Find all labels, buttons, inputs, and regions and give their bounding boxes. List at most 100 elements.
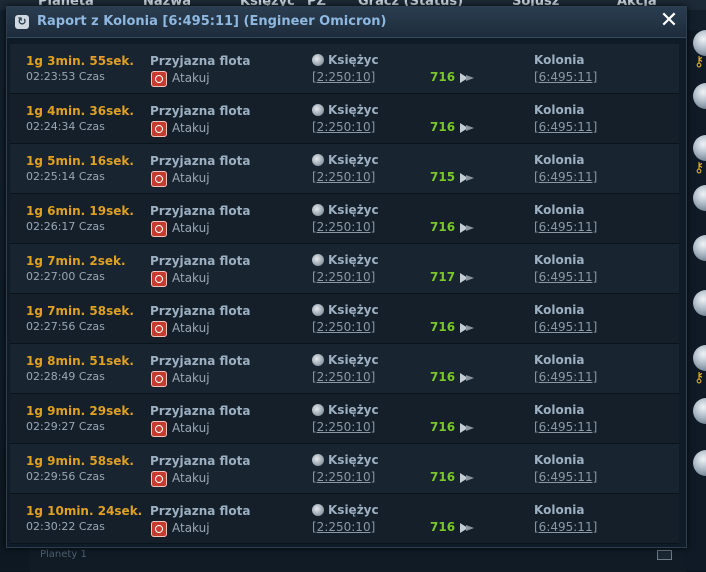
report-dialog: ↻ Raport z Kolonia [6:495:11] (Engineer … [6,6,687,548]
fleet-type: Przyjazna flota [150,454,251,468]
origin-name: Księżyc [328,153,379,167]
ship-count[interactable]: 716 [430,120,455,134]
attack-icon [151,521,167,537]
destination-coords-link[interactable]: [6:495:11] [534,120,597,134]
origin-coords-link[interactable]: [2:250:10] [312,170,375,184]
fleet-type: Przyjazna flota [150,154,251,168]
attack-icon [151,171,167,187]
arrival-clock: 02:30:22 Czas [26,520,105,533]
refresh-icon[interactable]: ↻ [15,15,29,29]
arrival-countdown: 1g 7min. 58sek. [26,304,134,318]
destination-name: Kolonia [534,53,585,67]
arrival-clock: 02:27:56 Czas [26,320,105,333]
ship-count[interactable]: 716 [430,320,455,334]
destination-coords-link[interactable]: [6:495:11] [534,170,597,184]
attack-icon [151,321,167,337]
arrival-countdown: 1g 9min. 58sek. [26,454,134,468]
moon-icon [312,504,324,516]
destination-name: Kolonia [534,103,585,117]
fleet-list: 1g 3min. 55sek. 02:23:53 Czas Przyjazna fl… [10,44,679,544]
mission-type: Atakuj [172,471,210,485]
origin-coords-link[interactable]: [2:250:10] [312,520,375,534]
destination-coords-link[interactable]: [6:495:11] [534,270,597,284]
fleet-row: 1g 9min. 58sek. 02:29:56 Czas Przyjazna fl… [10,444,679,494]
fleet-row: 1g 9min. 29sek. 02:29:27 Czas Przyjazna fl… [10,394,679,444]
origin-coords-link[interactable]: [2:250:10] [312,320,375,334]
origin-coords-link[interactable]: [2:250:10] [312,70,375,84]
fleet-direction-icon [460,323,474,333]
arrival-countdown: 1g 6min. 19sek. [26,204,134,218]
fleet-direction-icon [460,223,474,233]
moon-icon [312,404,324,416]
destination-coords-link[interactable]: [6:495:11] [534,470,597,484]
fleet-direction-icon [460,73,474,83]
arrival-clock: 02:29:27 Czas [26,420,105,433]
key-icon: ⚷ [694,160,705,176]
fleet-direction-icon [460,423,474,433]
attack-icon [151,371,167,387]
fleet-row: 1g 10min. 24sek. 02:30:22 Czas Przyjazna f… [10,494,679,544]
attack-icon [151,121,167,137]
dialog-title: Raport z Kolonia [6:495:11] (Engineer Om… [37,14,387,29]
origin-coords-link[interactable]: [2:250:10] [312,370,375,384]
fleet-type: Przyjazna flota [150,204,251,218]
arrival-clock: 02:28:49 Czas [26,370,105,383]
ship-count[interactable]: 717 [430,270,455,284]
background-footer-text: Planety 1 [40,549,87,560]
origin-name: Księżyc [328,203,379,217]
fleet-direction-icon [460,473,474,483]
origin-name: Księżyc [328,103,379,117]
ship-count[interactable]: 716 [430,520,455,534]
fleet-type: Przyjazna flota [150,254,251,268]
mission-type: Atakuj [172,221,210,235]
moon-icon [312,204,324,216]
arrival-clock: 02:24:34 Czas [26,120,105,133]
destination-coords-link[interactable]: [6:495:11] [534,420,597,434]
moon-icon [312,454,324,466]
close-button[interactable]: ✕ [658,10,680,32]
dialog-title-bar[interactable]: ↻ Raport z Kolonia [6:495:11] (Engineer … [7,7,686,38]
origin-coords-link[interactable]: [2:250:10] [312,220,375,234]
origin-name: Księżyc [328,503,379,517]
destination-coords-link[interactable]: [6:495:11] [534,320,597,334]
origin-coords-link[interactable]: [2:250:10] [312,270,375,284]
moon-icon [312,354,324,366]
fleet-direction-icon [460,273,474,283]
fleet-direction-icon [460,123,474,133]
destination-coords-link[interactable]: [6:495:11] [534,370,597,384]
origin-coords-link[interactable]: [2:250:10] [312,420,375,434]
mission-type: Atakuj [172,521,210,535]
moon-icon [312,304,324,316]
attack-icon [151,471,167,487]
ship-count[interactable]: 716 [430,470,455,484]
ship-count[interactable]: 716 [430,70,455,84]
arrival-countdown: 1g 5min. 16sek. [26,154,134,168]
fleet-row: 1g 7min. 58sek. 02:27:56 Czas Przyjazna fl… [10,294,679,344]
origin-coords-link[interactable]: [2:250:10] [312,120,375,134]
ship-count[interactable]: 716 [430,370,455,384]
destination-coords-link[interactable]: [6:495:11] [534,520,597,534]
origin-name: Księżyc [328,253,379,267]
moon-icon [312,104,324,116]
mission-type: Atakuj [172,321,210,335]
fleet-row: 1g 8min. 51sek. 02:28:49 Czas Przyjazna fl… [10,344,679,394]
fleet-row: 1g 4min. 36sek. 02:24:34 Czas Przyjazna fl… [10,94,679,144]
mission-type: Atakuj [172,71,210,85]
destination-name: Kolonia [534,503,585,517]
attack-icon [151,71,167,87]
destination-name: Kolonia [534,353,585,367]
ship-count[interactable]: 716 [430,420,455,434]
arrival-clock: 02:26:17 Czas [26,220,105,233]
arrival-countdown: 1g 4min. 36sek. [26,104,134,118]
destination-name: Kolonia [534,203,585,217]
ship-count[interactable]: 715 [430,170,455,184]
destination-coords-link[interactable]: [6:495:11] [534,220,597,234]
footer-button[interactable] [657,550,672,560]
attack-icon [151,421,167,437]
origin-coords-link[interactable]: [2:250:10] [312,470,375,484]
arrival-countdown: 1g 7min. 2sek. [26,254,126,268]
ship-count[interactable]: 716 [430,220,455,234]
fleet-type: Przyjazna flota [150,54,251,68]
destination-coords-link[interactable]: [6:495:11] [534,70,597,84]
moon-icon [312,154,324,166]
